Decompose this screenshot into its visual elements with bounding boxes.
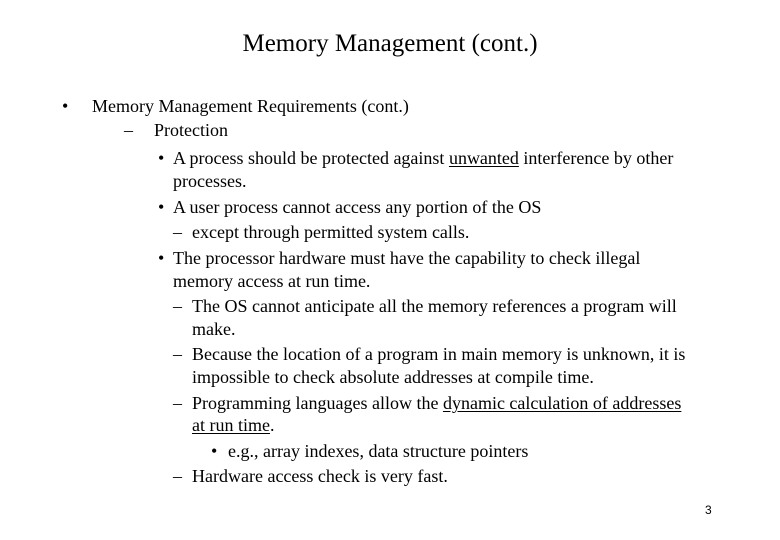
item-text: . bbox=[269, 415, 275, 435]
list-item: The processor hardware must have the cap… bbox=[173, 248, 641, 268]
list-item: A process should be protected against un… bbox=[173, 147, 673, 169]
list-item: Because the location of a program in mai… bbox=[192, 344, 686, 364]
list-item-continuation: memory access at run time. bbox=[173, 271, 371, 291]
list-item: The OS cannot anticipate all the memory … bbox=[192, 296, 677, 316]
list-item: except through permitted system calls. bbox=[192, 222, 470, 242]
bullet-dash-icon: – bbox=[173, 222, 182, 242]
list-item: Programming languages allow the dynamic … bbox=[192, 392, 681, 414]
page-number: 3 bbox=[705, 503, 712, 517]
underlined-text: at run time bbox=[192, 415, 270, 435]
underlined-text: unwanted bbox=[448, 148, 519, 168]
bullet-dash-icon: – bbox=[173, 344, 182, 364]
list-item: e.g., array indexes, data structure poin… bbox=[228, 441, 529, 461]
bullet-dash-icon: – bbox=[173, 296, 182, 316]
item-text: A process should be protected against bbox=[173, 148, 449, 168]
list-item: Memory Management Requirements (cont.) bbox=[92, 96, 409, 116]
bullet-dash-icon: – bbox=[124, 120, 133, 140]
bullet-dot-icon: • bbox=[158, 197, 165, 217]
bullet-dot-icon: • bbox=[62, 96, 69, 116]
bullet-dot-icon: • bbox=[158, 148, 165, 168]
list-item: Protection bbox=[154, 120, 228, 140]
list-item-continuation: processes. bbox=[173, 171, 247, 191]
bullet-dash-icon: – bbox=[173, 466, 182, 486]
bullet-dot-icon: • bbox=[211, 441, 218, 461]
list-item: Hardware access check is very fast. bbox=[192, 466, 448, 486]
bullet-dash-icon: – bbox=[173, 393, 182, 413]
list-item-continuation: impossible to check absolute addresses a… bbox=[192, 367, 594, 387]
list-item-continuation: make. bbox=[192, 319, 236, 339]
item-text: interference by other bbox=[518, 148, 674, 168]
bullet-dot-icon: • bbox=[158, 248, 165, 268]
list-item: A user process cannot access any portion… bbox=[173, 197, 542, 217]
slide-title: Memory Management (cont.) bbox=[242, 30, 538, 57]
list-item-continuation: at run time. bbox=[192, 414, 274, 436]
item-text: Programming languages allow the bbox=[192, 393, 443, 413]
underlined-text: dynamic calculation of addresses bbox=[442, 393, 682, 413]
